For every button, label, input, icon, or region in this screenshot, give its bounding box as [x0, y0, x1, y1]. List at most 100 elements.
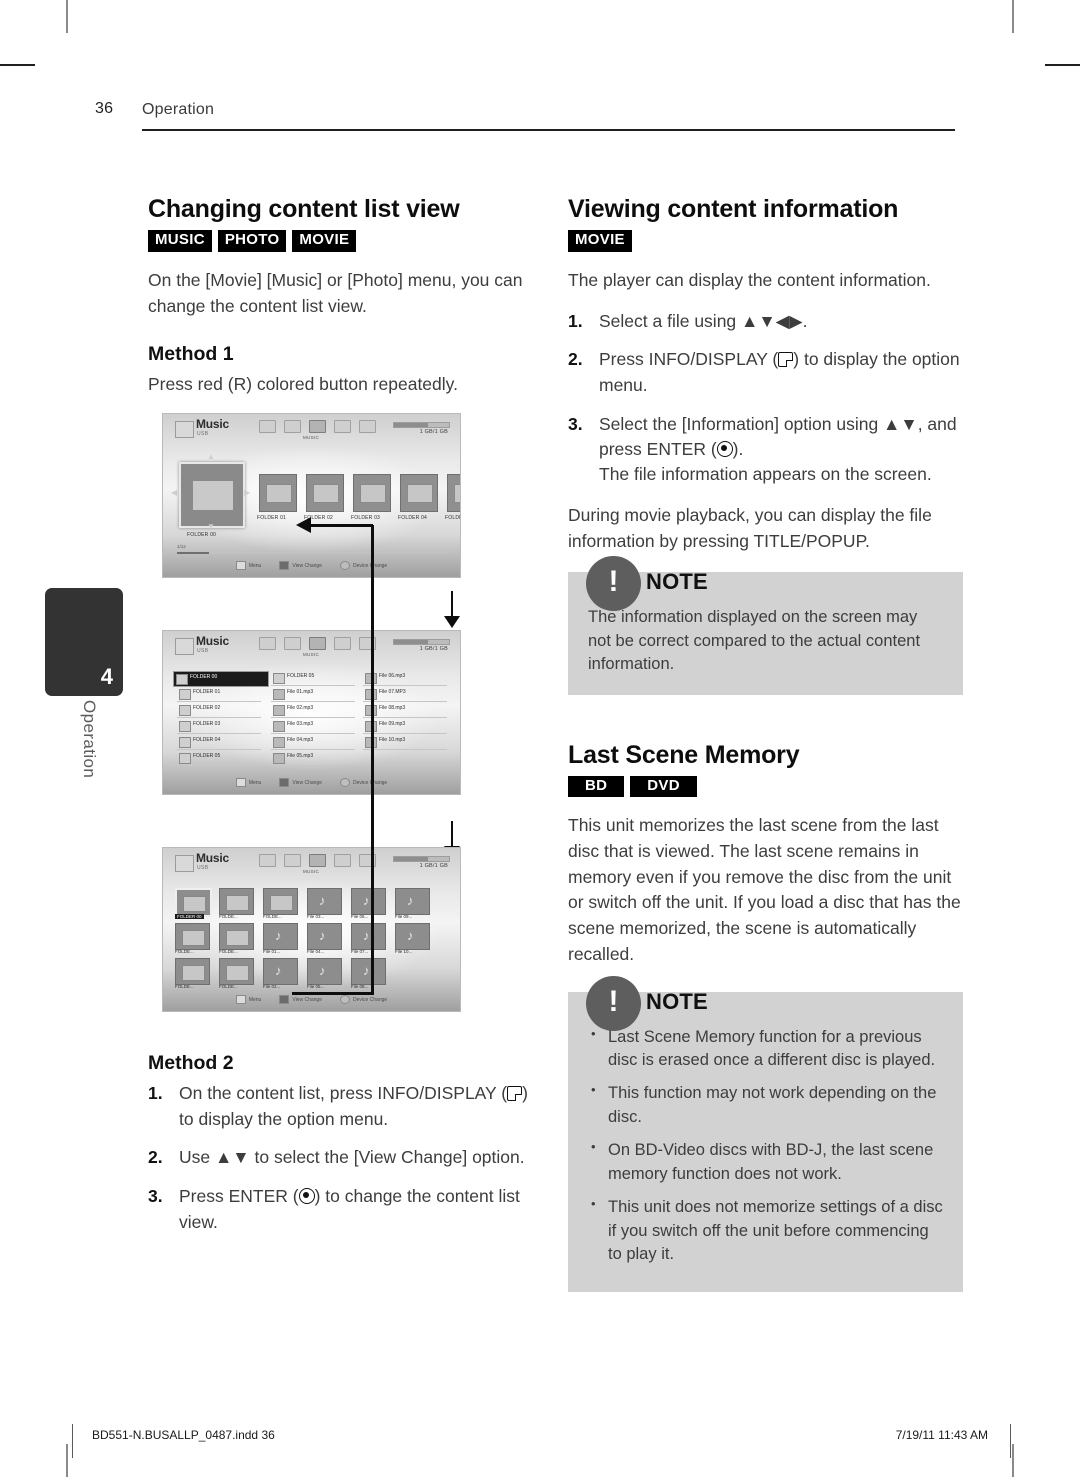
coverflow-tile-label: FOLDER 01 — [257, 514, 287, 521]
note-title: NOTE — [646, 569, 708, 595]
crop-mark-top-left-v — [66, 0, 68, 33]
step-sub-note: The file information appears on the scre… — [599, 464, 932, 485]
footer-hint-menu: Menu — [235, 778, 261, 788]
coverflow-tile — [400, 473, 438, 512]
note-bullet-list: Last Scene Memory function for a previou… — [588, 1025, 943, 1267]
list-item: File 02.mp3 — [271, 703, 355, 718]
note-title: NOTE — [646, 988, 708, 1014]
note-bullet: Last Scene Memory function for a previou… — [588, 1025, 943, 1073]
last-scene-body: This unit memorizes the last scene from … — [568, 815, 961, 964]
thumbnail-cell: ♪ File 06... — [351, 887, 386, 919]
list-item: FOLDER 03 — [177, 719, 261, 734]
badge-photo: PHOTO — [217, 230, 287, 252]
thumbnail-cell: FOLDE... — [263, 887, 298, 919]
screen-title: Music — [196, 416, 230, 431]
method-1-heading: Method 1 — [148, 343, 234, 366]
coverflow-strip: ◀ ▲ ▶ ▼ FOLDER 00 FOLDER 01 FOLDER 02 FO… — [171, 452, 460, 554]
footer-filename: BD551-N.BUSALLP_0487.indd 36 — [92, 1428, 275, 1442]
step-number: 1. — [568, 310, 583, 331]
list-item: File 10.mp3 — [363, 735, 447, 750]
breadcrumb-folder-icon — [284, 853, 301, 867]
thumbnail-cell: ♪ File 04... — [307, 922, 342, 954]
viewing-info-steps: 1. Select a file using ▲▼◀▶. 2. Press IN… — [568, 309, 963, 464]
figure-group-view-modes: Music USB MUSIC 1 GB/1 GB ◀ ▲ ▶ ▼ FOLDER… — [148, 412, 543, 1012]
breadcrumb-folder-icon — [334, 419, 351, 433]
step-number: 2. — [568, 349, 583, 370]
footer-hint-view-change: View Change — [279, 995, 322, 1005]
right-column: Viewing content information MOVIE The pl… — [568, 195, 963, 1293]
breadcrumb-folder-icon — [284, 419, 301, 433]
media-badges-last-scene: BD DVD — [568, 775, 963, 798]
breadcrumb-icons — [259, 636, 376, 650]
capacity-bar — [393, 421, 450, 428]
screen-source: USB — [197, 864, 209, 871]
thumbnail-cell: ♪ File 01... — [263, 922, 298, 954]
coverflow-selected-label: FOLDER 00 — [187, 531, 217, 538]
screen-title: Music — [196, 850, 230, 865]
capacity-label: 1 GB/1 GB — [419, 645, 448, 652]
breadcrumb-label: MUSIC — [303, 868, 319, 874]
thumbnail-cell-selected: FOLDER 00 — [175, 887, 212, 919]
chevron-left-icon: ◀ — [171, 487, 178, 497]
badge-bd: BD — [568, 775, 625, 798]
thumbnail-cell: FOLDE... — [175, 922, 210, 954]
method-1-text: Press red (R) colored button repeatedly. — [148, 374, 458, 395]
thumbnail-cell: FOLDE... — [219, 887, 254, 919]
chapter-tab-label: Operation — [80, 700, 99, 779]
screen-footer-2: Menu View Change Device Change — [163, 776, 460, 790]
step-text: Select the [Information] option using ▲▼… — [599, 413, 957, 460]
step-text: Press INFO/DISPLAY ( — [599, 349, 779, 370]
device-icon — [175, 420, 194, 438]
breadcrumb-icons — [259, 419, 376, 433]
footer-hint-device-change: Device Change — [339, 778, 387, 788]
left-intro-text: On the [Movie] [Music] or [Photo] menu, … — [148, 269, 523, 316]
device-icon — [175, 637, 194, 655]
breadcrumb-folder-icon-active — [309, 853, 326, 867]
list-item-selected: FOLDER 00 — [173, 670, 269, 687]
footer-timestamp: 7/19/11 11:43 AM — [895, 1428, 988, 1442]
list-item: FOLDER 05 — [271, 671, 355, 686]
breadcrumb-folder-icon — [284, 636, 301, 650]
screen-footer-3: Menu View Change Device Change — [163, 993, 460, 1007]
list-item: FOLDER 01 — [177, 687, 261, 702]
connector-vertical — [371, 525, 374, 995]
connector-top — [310, 524, 373, 527]
method-2-heading: Method 2 — [148, 1051, 234, 1074]
flow-arrow-down-1 — [444, 590, 460, 628]
note-box-2: ! NOTE Last Scene Memory function for a … — [568, 975, 963, 1293]
step-item: 1. Select a file using ▲▼◀▶. — [568, 309, 963, 335]
breadcrumb-icons — [259, 853, 376, 867]
note-box-1: ! NOTE The information displayed on the … — [568, 556, 963, 695]
chevron-down-icon: ▼ — [207, 521, 215, 531]
list-item: File 03.mp3 — [271, 719, 355, 734]
breadcrumb-label: MUSIC — [303, 651, 319, 657]
connector-bottom — [292, 992, 374, 995]
list-item: File 09.mp3 — [363, 719, 447, 734]
device-icon — [175, 854, 194, 872]
step-number: 1. — [148, 1082, 163, 1103]
thumbnail-cell: ♪ File 10... — [395, 922, 430, 954]
list-item: FOLDER 05 — [177, 751, 261, 766]
section-title-last-scene-memory: Last Scene Memory — [568, 740, 800, 769]
info-display-icon — [507, 1085, 523, 1101]
step-item: 2. Press INFO/DISPLAY () to display the … — [568, 347, 963, 398]
note-bullet: On BD-Video discs with BD-J, the last sc… — [588, 1138, 943, 1186]
media-badges-right: MOVIE — [568, 230, 963, 252]
crop-mark-top-left-h — [0, 64, 35, 66]
screen-title: Music — [196, 633, 230, 648]
thumbnail-cell: ♪ File 09... — [395, 887, 430, 919]
step-item: 3. Press ENTER () to change the content … — [148, 1184, 543, 1235]
breadcrumb-folder-icon — [359, 419, 376, 433]
screenshot-coverflow-view: Music USB MUSIC 1 GB/1 GB ◀ ▲ ▶ ▼ FOLDER… — [162, 412, 461, 578]
capacity-label: 1 GB/1 GB — [419, 428, 448, 435]
thumbnail-cell: ♪ File 08... — [351, 957, 386, 989]
file-list: FOLDER 00 FOLDER 01 FOLDER 02 FOLDER 03 … — [173, 670, 451, 771]
thumbnail-cell: ♪ File 05... — [307, 957, 342, 989]
step-text: Select a file using ▲▼◀▶. — [599, 310, 808, 331]
note-bullet: This function may not work depending on … — [588, 1081, 943, 1129]
step-item: 2. Use ▲▼ to select the [View Change] op… — [148, 1145, 543, 1171]
thumbnail-cell: ♪ File 02... — [263, 957, 298, 989]
thumbnail-cell: FOLDE... — [175, 957, 210, 989]
page-indicator: 1/12 — [177, 543, 186, 549]
capacity-label: 1 GB/1 GB — [419, 862, 448, 869]
